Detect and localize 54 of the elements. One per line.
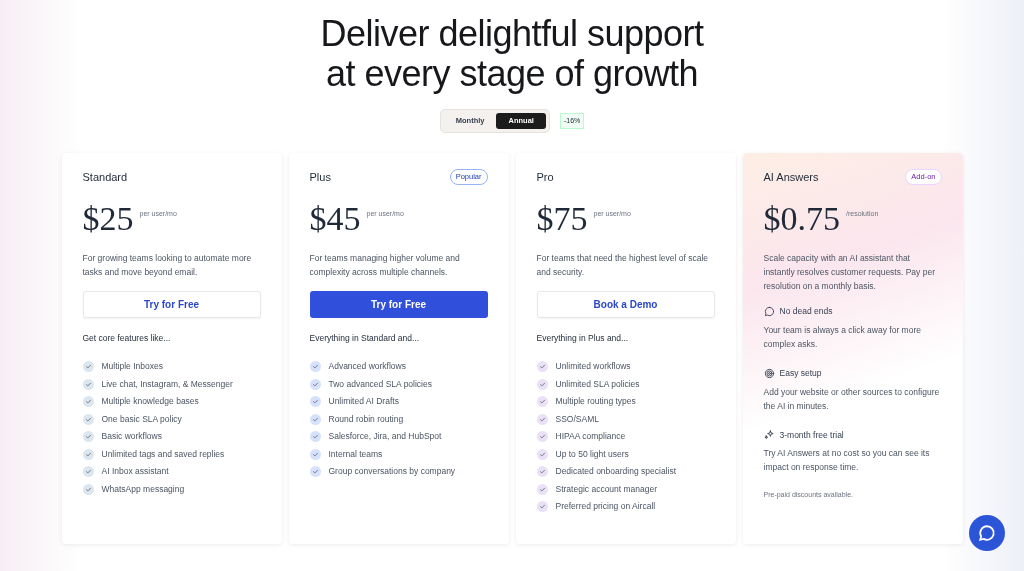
plan-description: Scale capacity with an AI assistant that instantly resolves customer requests. Pay per resolution on a monthly basis. <box>763 252 936 293</box>
highlight-title: 3-month free trial <box>779 428 844 442</box>
cta-button[interactable]: Try for Free <box>309 291 488 318</box>
feature-item: WhatsApp messaging <box>101 482 185 496</box>
price: $25 <box>82 201 134 237</box>
target-icon <box>763 367 775 379</box>
chat-launcher-button[interactable] <box>969 515 1005 551</box>
feature-item: Live chat, Instagram, & Messenger <box>101 377 233 391</box>
cta-button[interactable]: Try for Free <box>82 291 261 318</box>
plan-name: Standard <box>82 169 128 185</box>
feature-item: SSO/SAML <box>555 412 599 426</box>
feature-item: Up to 50 light users <box>555 447 629 461</box>
feature-item: Round robin routing <box>328 412 404 426</box>
feature-item: Strategic account manager <box>555 482 658 496</box>
price: $75 <box>536 201 588 237</box>
feature-item: Unlimited SLA policies <box>555 377 640 391</box>
sparkle-icon <box>763 429 775 441</box>
feature-item: Group conversations by company <box>328 465 456 479</box>
plan-name: Plus <box>309 169 331 185</box>
feature-item: Unlimited AI Drafts <box>328 395 399 409</box>
speech-bubble-icon <box>763 305 775 317</box>
feature-item: Basic workflows <box>101 430 162 444</box>
plan-description: For teams that need the highest level of scale and security. <box>536 252 709 279</box>
feature-item: Preferred pricing on Aircall <box>555 500 656 514</box>
plan-name: AI Answers <box>763 169 819 185</box>
plan-name: Pro <box>536 169 554 185</box>
feature-item: AI Inbox assistant <box>101 465 169 479</box>
feature-item: Dedicated onboarding specialist <box>555 465 676 479</box>
plan-description: For growing teams looking to automate more tasks and move beyond email. <box>82 252 253 279</box>
feature-item: Multiple knowledge bases <box>101 395 199 409</box>
features-heading: Get core features like... <box>82 332 172 345</box>
highlight-text: Add your website or other sources to configure the AI in minutes. <box>763 385 941 413</box>
plan-description: For teams managing higher volume and complexity across multiple channels. <box>309 252 461 279</box>
feature-item: HIPAA compliance <box>555 430 626 444</box>
highlight-title: No dead ends <box>779 305 833 318</box>
feature-item: Unlimited workflows <box>555 360 631 374</box>
feature-item: Internal teams <box>328 447 383 461</box>
highlight-text: Your team is always a click away for more complex asks. <box>763 323 922 351</box>
feature-item: Salesforce, Jira, and HubSpot <box>328 430 442 444</box>
chat-icon <box>978 524 996 542</box>
feature-item: Advanced workflows <box>328 360 406 374</box>
feature-item: One basic SLA policy <box>101 412 182 426</box>
page-heading: Deliver delightful support at every stage of growth <box>320 14 704 94</box>
feature-item: Unlimited tags and saved replies <box>101 447 225 461</box>
feature-item: Multiple routing types <box>555 395 636 409</box>
price: $0.75 <box>763 201 840 237</box>
cta-button[interactable]: Book a Demo <box>536 291 715 318</box>
features-heading: Everything in Plus and... <box>536 332 630 345</box>
price: $45 <box>309 201 361 237</box>
features-heading: Everything in Standard and... <box>309 332 421 345</box>
feature-item: Two advanced SLA policies <box>328 377 432 391</box>
highlight-text: Try AI Answers at no cost so you can see its impact on response time. <box>763 447 931 475</box>
highlight-title: Easy setup <box>779 366 822 380</box>
feature-item: Multiple Inboxes <box>101 360 163 374</box>
